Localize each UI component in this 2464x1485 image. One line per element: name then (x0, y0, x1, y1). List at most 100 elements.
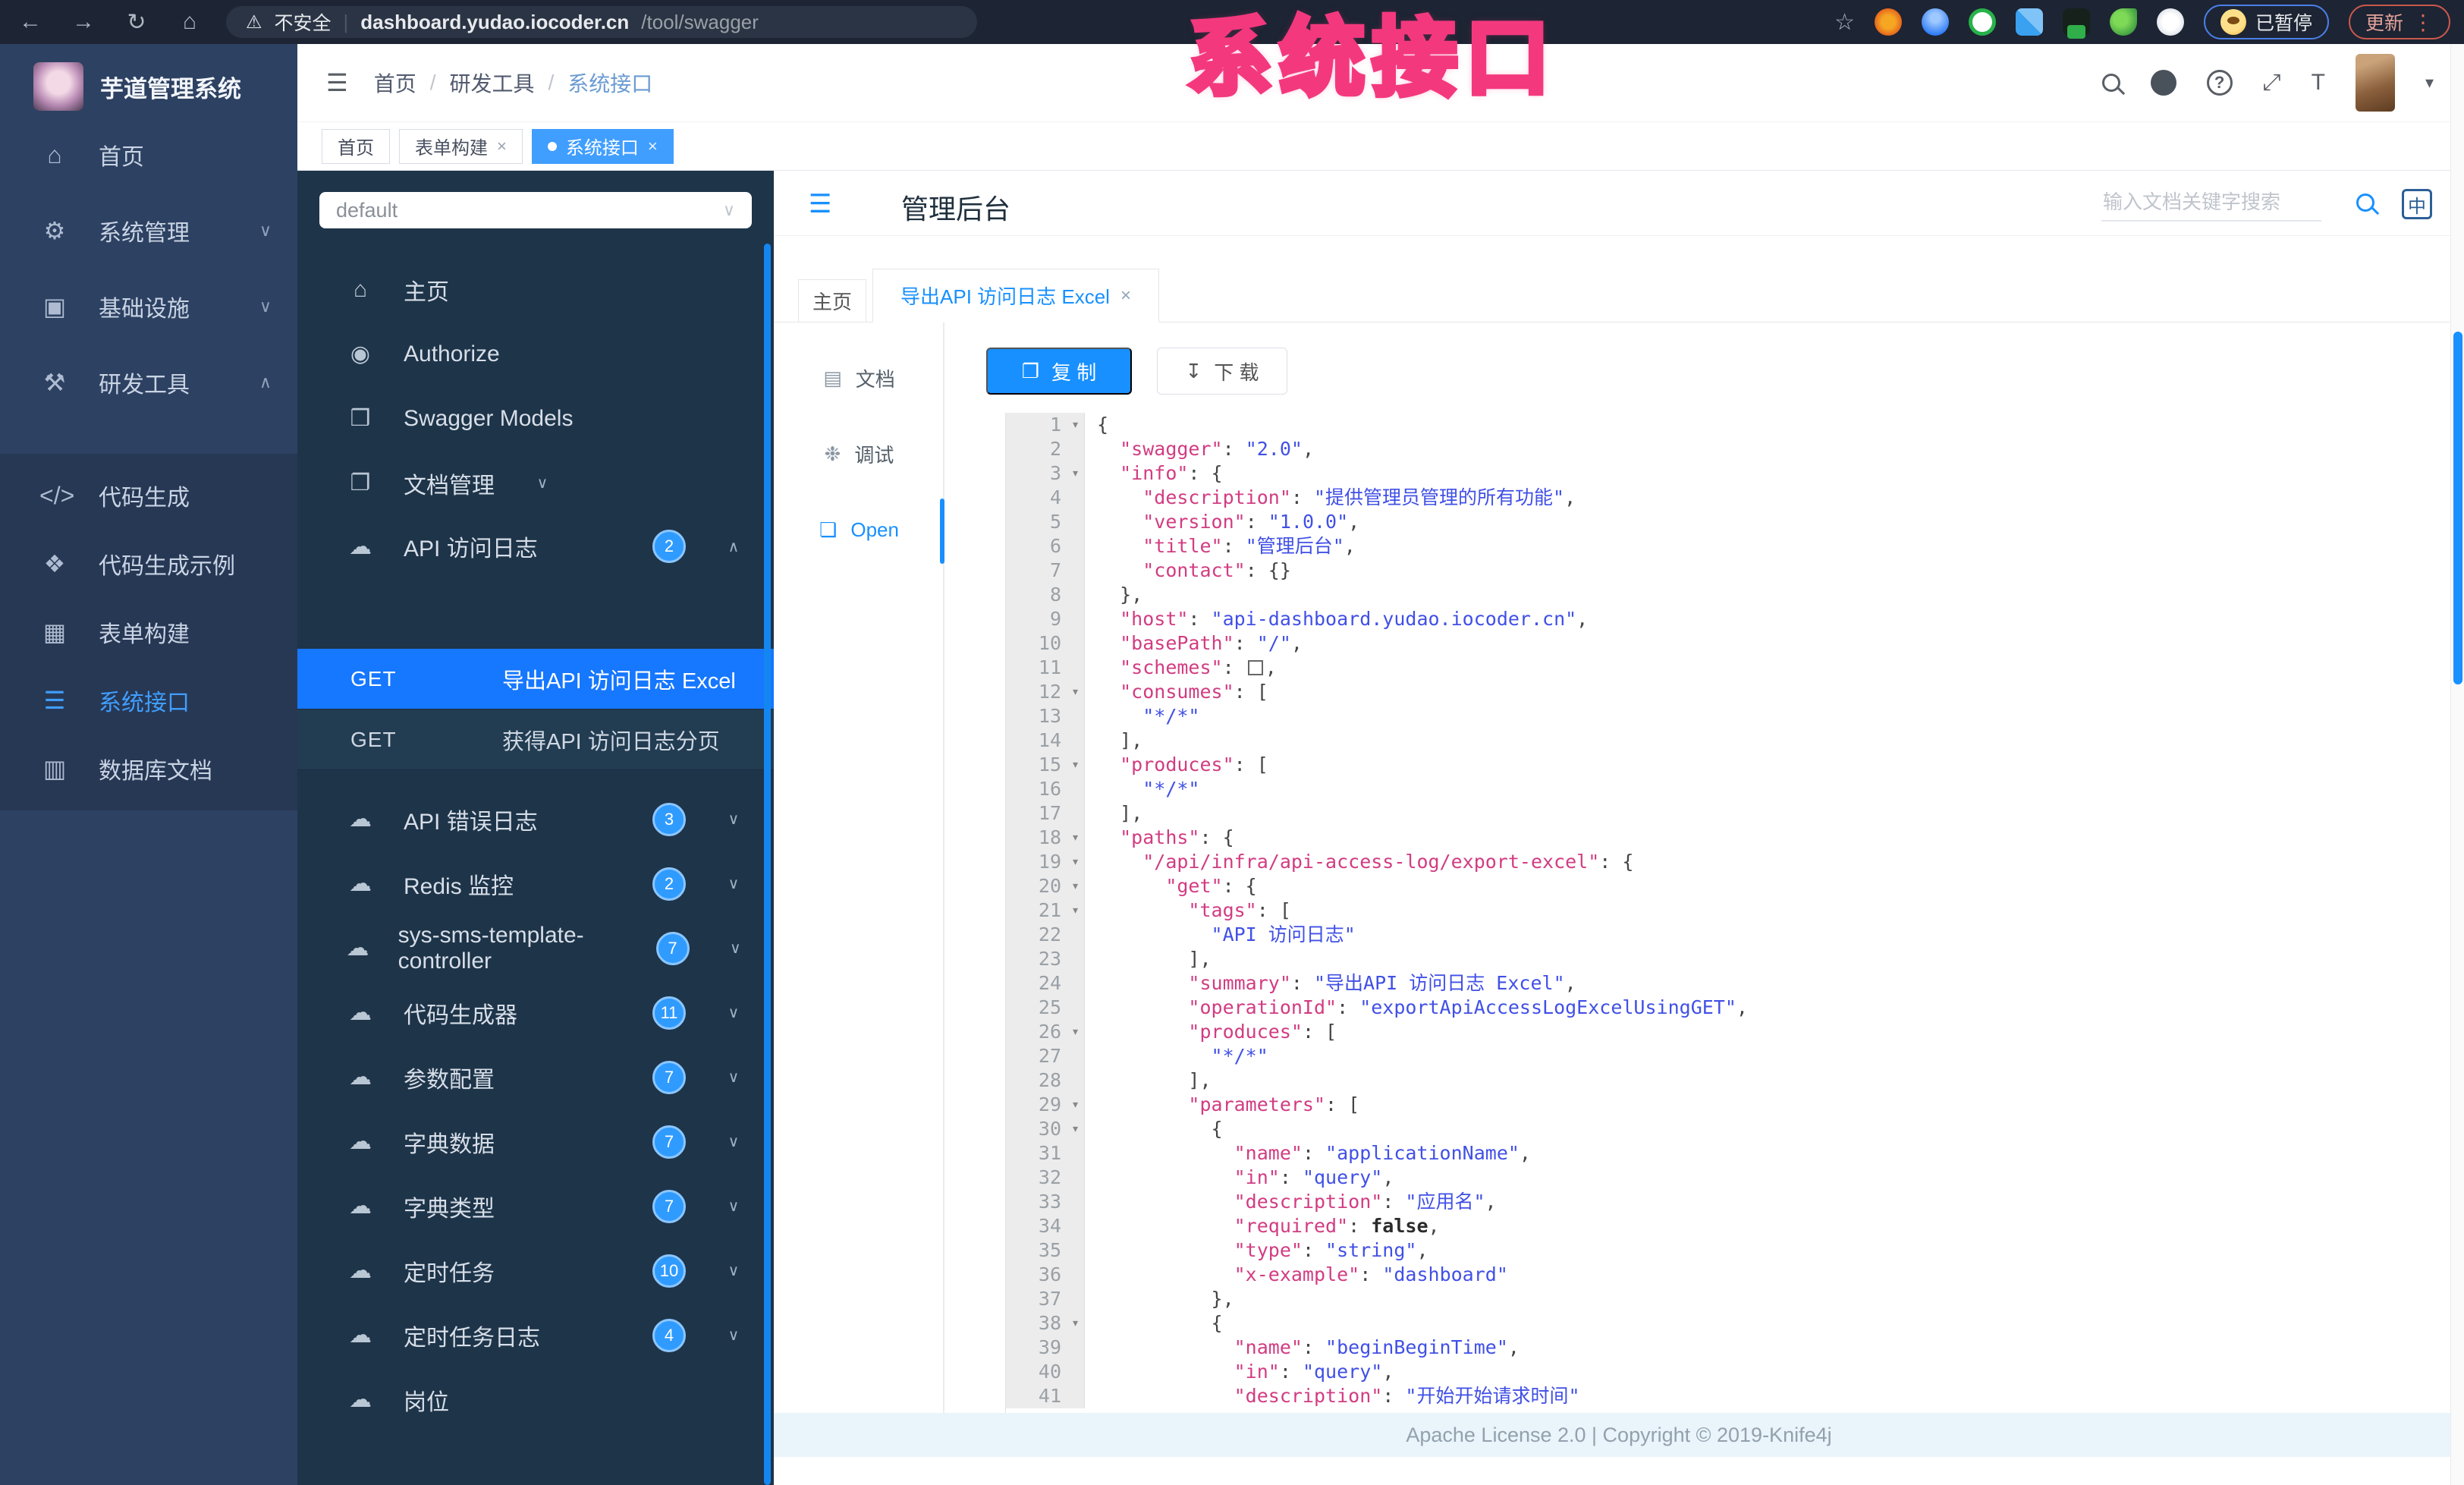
fold-arrow-icon[interactable]: ▾ (1071, 1311, 1080, 1336)
count-badge: 11 (652, 996, 686, 1030)
api-sidebar-scrollbar[interactable] (764, 244, 771, 1485)
code-token: "get" (1165, 875, 1223, 897)
api-group-select[interactable]: default ∨ (319, 192, 752, 228)
extension-icon[interactable] (1874, 8, 1902, 36)
copy-button[interactable]: ❐ 复 制 (986, 348, 1132, 395)
browser-home-icon[interactable]: ⌂ (173, 9, 206, 35)
extension-icon[interactable] (1968, 8, 1996, 36)
browser-back-icon[interactable]: ← (14, 9, 47, 35)
collapse-menu-icon[interactable]: ☰ (809, 189, 831, 219)
view-tag-首页[interactable]: 首页 (322, 128, 390, 164)
sidebar-item-系统管理[interactable]: ⚙ 系统管理 ∨ (0, 193, 297, 269)
api-menu-item-Swagger Models[interactable]: ❒ Swagger Models (297, 386, 774, 451)
sidebar-subitem-表单构建[interactable]: ▦ 表单构建 (0, 598, 297, 666)
user-menu-caret-icon[interactable]: ▾ (2425, 73, 2434, 93)
github-icon[interactable] (2150, 70, 2176, 96)
breadcrumb-item[interactable]: 研发工具 (449, 68, 534, 98)
breadcrumb-item[interactable]: 首页 (374, 68, 416, 98)
api-menu-label: Authorize (404, 341, 500, 367)
doc-tab-导出API 访问日志 Excel[interactable]: 导出API 访问日志 Excel × (872, 269, 1159, 322)
extension-icon[interactable] (2156, 8, 2184, 36)
sidebar-toggle-icon[interactable]: ☰ (326, 68, 348, 97)
doc-tab-主页[interactable]: 主页 (798, 279, 866, 322)
api-menu-item-文档管理[interactable]: ❐ 文档管理 ∨ (297, 451, 774, 515)
api-menu-label: 定时任务日志 (404, 1325, 540, 1351)
extension-icon[interactable] (2109, 8, 2137, 36)
browser-reload-icon[interactable]: ↻ (120, 9, 153, 36)
code-line: 22 "API 访问日志" (1006, 923, 2454, 947)
fold-arrow-icon[interactable]: ▾ (1071, 874, 1080, 898)
app-logo[interactable]: 芋道管理系统 (0, 44, 297, 117)
address-bar[interactable]: ⚠ 不安全 | dashboard.yudao.iocoder.cn/tool/… (226, 6, 977, 38)
profile-paused-button[interactable]: 已暂停 (2203, 5, 2329, 39)
json-editor[interactable]: 1 ▾{2 "swagger": "2.0", 3 ▾ "info": {4 "des… (979, 413, 2454, 1413)
rail-item-调试[interactable]: ❉ 调试 (774, 433, 944, 475)
sidebar-item-基础设施[interactable]: ▣ 基础设施 ∨ (0, 269, 297, 345)
line-number: 20 ▾ (1006, 874, 1085, 898)
sidebar-subitem-系统接口[interactable]: ☰ 系统接口 (0, 666, 297, 735)
fold-arrow-icon[interactable]: ▾ (1071, 1020, 1080, 1044)
page-scrollbar-track[interactable] (2450, 44, 2464, 1485)
font-size-icon[interactable]: T (2312, 70, 2325, 96)
fold-arrow-icon[interactable]: ▾ (1071, 461, 1080, 486)
rail-item-文档[interactable]: ▤ 文档 (774, 357, 944, 399)
code-token: "string" (1325, 1239, 1417, 1261)
close-icon[interactable]: × (1120, 285, 1131, 307)
api-menu-item-Redis 监控[interactable]: ☁ Redis 监控 2 ∨ (297, 851, 774, 916)
fold-arrow-icon[interactable]: ▾ (1071, 826, 1080, 850)
sidebar-item-首页[interactable]: ⌂ 首页 (0, 117, 297, 193)
download-button[interactable]: ↧ 下 载 (1157, 348, 1287, 395)
code-token: "*/*" (1142, 778, 1200, 800)
view-tag-表单构建[interactable]: 表单构建 × (399, 128, 523, 164)
collapsed-array-box[interactable] (1247, 660, 1263, 675)
api-menu-item-sys-sms-template-controller[interactable]: ☁ sys-sms-template-controller 7 ∨ (297, 916, 774, 980)
api-menu-item-定时任务[interactable]: ☁ 定时任务 10 ∨ (297, 1238, 774, 1303)
api-menu-item-API 访问日志[interactable]: ☁ API 访问日志 2 ∧ (297, 515, 774, 577)
api-menu-item-字典数据[interactable]: ☁ 字典数据 7 ∨ (297, 1109, 774, 1174)
api-operation-获得API 访问日志分页[interactable]: GET 获得API 访问日志分页 (297, 709, 774, 770)
api-menu-item-字典类型[interactable]: ☁ 字典类型 7 ∨ (297, 1174, 774, 1238)
sidebar-subitem-代码生成示例[interactable]: ❖ 代码生成示例 (0, 530, 297, 598)
fold-arrow-icon[interactable]: ▾ (1071, 680, 1080, 704)
doc-search-icon[interactable] (2356, 193, 2374, 212)
fold-arrow-icon[interactable]: ▾ (1071, 898, 1080, 923)
view-tag-系统接口[interactable]: 系统接口 × (531, 128, 674, 164)
extension-icon[interactable] (2062, 8, 2090, 39)
user-avatar[interactable] (2355, 54, 2395, 112)
sidebar-item-研发工具[interactable]: ⚒ 研发工具 ∧ (0, 345, 297, 420)
api-menu-item-Authorize[interactable]: ◉ Authorize (297, 322, 774, 386)
api-menu-item-API 错误日志[interactable]: ☁ API 错误日志 3 ∨ (297, 787, 774, 851)
fold-arrow-icon[interactable]: ▾ (1071, 1117, 1080, 1141)
sidebar-subitem-数据库文档[interactable]: ▥ 数据库文档 (0, 735, 297, 803)
browser-update-button[interactable]: 更新 ⋮ (2348, 5, 2450, 39)
fold-arrow-icon[interactable]: ▾ (1071, 850, 1080, 874)
rail-item-Open[interactable]: ❏ Open (774, 508, 944, 551)
help-icon[interactable]: ? (2206, 70, 2233, 96)
close-icon[interactable]: × (648, 137, 658, 156)
sidebar-subitem-代码生成[interactable]: </> 代码生成 (0, 461, 297, 530)
browser-forward-icon[interactable]: → (67, 9, 100, 35)
api-operation-导出API 访问日志 Excel[interactable]: GET 导出API 访问日志 Excel (297, 649, 774, 709)
fold-arrow-icon[interactable]: ▾ (1071, 1093, 1080, 1117)
extension-icon[interactable] (2015, 8, 2043, 36)
doc-search-input[interactable] (2101, 184, 2321, 220)
api-menu-item-代码生成器[interactable]: ☁ 代码生成器 11 ∨ (297, 980, 774, 1045)
api-menu-item-主页[interactable]: ⌂ 主页 (297, 257, 774, 322)
api-menu-item-参数配置[interactable]: ☁ 参数配置 7 ∨ (297, 1045, 774, 1109)
bookmark-star-icon[interactable]: ☆ (1834, 9, 1855, 36)
breadcrumb-item[interactable]: 系统接口 (567, 68, 652, 98)
browser-menu-icon[interactable]: ⋮ (2412, 10, 2434, 35)
fold-arrow-icon[interactable]: ▾ (1071, 753, 1080, 777)
language-toggle[interactable]: 中 (2402, 189, 2432, 219)
page-scrollbar-thumb[interactable] (2453, 332, 2462, 684)
api-menu-item-岗位[interactable]: ☁ 岗位 (297, 1367, 774, 1432)
search-icon[interactable] (2101, 74, 2120, 92)
chevron-icon: ∨ (729, 940, 741, 957)
fullscreen-icon[interactable]: ⤢ (2263, 70, 2281, 96)
extension-icon[interactable] (1921, 8, 1949, 36)
api-menu-item-定时任务日志[interactable]: ☁ 定时任务日志 4 ∨ (297, 1303, 774, 1367)
fold-arrow-icon[interactable]: ▾ (1071, 413, 1080, 437)
close-icon[interactable]: × (497, 137, 507, 156)
